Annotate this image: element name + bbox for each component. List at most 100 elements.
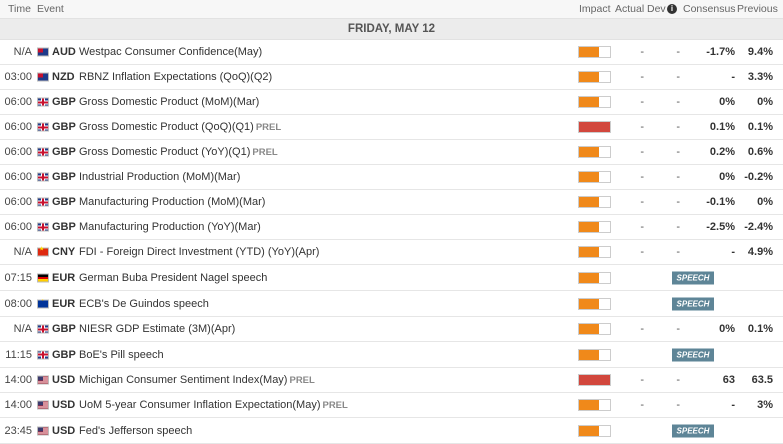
consensus-value: -2.5%: [706, 221, 735, 233]
col-actual-header[interactable]: Actual: [615, 3, 644, 15]
currency-code: GBP: [52, 196, 76, 208]
event-title[interactable]: Industrial Production (MoM)(Mar): [79, 171, 240, 183]
event-row[interactable]: 07:15 EUR German Buba President Nagel spee…: [0, 265, 783, 291]
impact-bar: [578, 297, 611, 310]
gbp-flag-icon: [37, 324, 49, 334]
event-row[interactable]: 11:15 GBP BoE's Pill speech SPEECH: [0, 342, 783, 368]
impact-bar: [578, 221, 611, 233]
event-time: 07:15: [4, 271, 32, 284]
event-title[interactable]: Gross Domestic Product (MoM)(Mar): [79, 96, 259, 108]
currency-code: GBP: [52, 96, 76, 108]
event-row[interactable]: 06:00 GBP Gross Domestic Product (QoQ)(Q1)…: [0, 115, 783, 140]
actual-value: -: [640, 323, 644, 335]
event-title[interactable]: Gross Domestic Product (QoQ)(Q1): [79, 121, 254, 133]
col-event-header[interactable]: Event: [37, 3, 64, 15]
impact-bar: [578, 271, 611, 284]
actual-value: -: [640, 71, 644, 83]
event-list: N/A AUD Westpac Consumer Confidence(May) - -…: [0, 40, 783, 444]
event-time: 06:00: [4, 196, 32, 208]
event-title[interactable]: German Buba President Nagel speech: [79, 272, 267, 284]
event-row[interactable]: 14:00 USD Michigan Consumer Sentiment Inde…: [0, 368, 783, 393]
event-title[interactable]: NIESR GDP Estimate (3M)(Apr): [79, 323, 235, 335]
event-name[interactable]: Fed's Jefferson speech: [79, 425, 192, 437]
event-name[interactable]: Gross Domestic Product (MoM)(Mar): [79, 96, 259, 108]
event-time: 03:00: [4, 71, 32, 83]
event-title[interactable]: Manufacturing Production (YoY)(Mar): [79, 221, 261, 233]
deviation-value: -: [676, 96, 680, 108]
event-title[interactable]: Westpac Consumer Confidence(May): [79, 46, 262, 58]
event-name[interactable]: Gross Domestic Product (YoY)(Q1) PREL: [79, 146, 278, 158]
event-name[interactable]: Manufacturing Production (MoM)(Mar): [79, 196, 265, 208]
event-title[interactable]: RBNZ Inflation Expectations (QoQ)(Q2): [79, 71, 272, 83]
deviation-value: -: [676, 46, 680, 58]
event-row[interactable]: N/A CNYFDI - Foreign Direct Investment (Y…: [0, 240, 783, 265]
previous-value: 0%: [757, 196, 773, 208]
event-name[interactable]: UoM 5-year Consumer Inflation Expectatio…: [79, 399, 348, 411]
eur-flag-icon: [37, 294, 49, 308]
actual-value: -: [640, 196, 644, 208]
gbp-flag-icon: [37, 97, 49, 107]
event-name[interactable]: Michigan Consumer Sentiment Index(May) PR…: [79, 374, 315, 386]
consensus-value: -0.1%: [706, 196, 735, 208]
event-name[interactable]: BoE's Pill speech: [79, 349, 164, 361]
gbp-flag-icon: [37, 147, 49, 157]
event-name[interactable]: NIESR GDP Estimate (3M)(Apr): [79, 323, 235, 335]
usd-flag-icon: [37, 426, 49, 435]
event-name[interactable]: RBNZ Inflation Expectations (QoQ)(Q2): [79, 71, 272, 83]
event-name[interactable]: Gross Domestic Product (QoQ)(Q1) PREL: [79, 121, 281, 133]
event-row[interactable]: N/A AUD Westpac Consumer Confidence(May) - -…: [0, 40, 783, 65]
event-title[interactable]: BoE's Pill speech: [79, 349, 164, 361]
usd-flag-icon: [37, 375, 49, 385]
event-row[interactable]: 14:00 USD UoM 5-year Consumer Inflation Ex…: [0, 393, 783, 418]
info-icon[interactable]: i: [667, 4, 677, 14]
event-row[interactable]: N/A GBP NIESR GDP Estimate (3M)(Apr) - - 0% 0.…: [0, 317, 783, 342]
event-title[interactable]: Gross Domestic Product (YoY)(Q1): [79, 146, 250, 158]
event-title[interactable]: Manufacturing Production (MoM)(Mar): [79, 196, 265, 208]
event-row[interactable]: 06:00 GBP Gross Domestic Product (MoM)(Mar…: [0, 90, 783, 115]
event-row[interactable]: 23:45 USD Fed's Jefferson speech SPEECH: [0, 418, 783, 444]
event-title[interactable]: ECB's De Guindos speech: [79, 298, 209, 310]
event-row[interactable]: 08:00 EURECB's De Guindos speech SPEECH: [0, 291, 783, 317]
actual-value: -: [640, 96, 644, 108]
event-time: 06:00: [4, 96, 32, 108]
event-name[interactable]: Manufacturing Production (YoY)(Mar): [79, 221, 261, 233]
event-row[interactable]: 06:00 GBP Industrial Production (MoM)(Mar)…: [0, 165, 783, 190]
event-time: 11:15: [5, 348, 32, 361]
impact-bar: [578, 96, 611, 108]
event-name[interactable]: German Buba President Nagel speech: [79, 272, 267, 284]
prel-tag: PREL: [252, 147, 278, 158]
event-row[interactable]: 03:00 NZD RBNZ Inflation Expectations (QoQ…: [0, 65, 783, 90]
currency-code: CNY: [52, 246, 76, 258]
event-title[interactable]: Fed's Jefferson speech: [79, 425, 192, 437]
consensus-value: -1.7%: [706, 46, 735, 58]
consensus-value: -: [731, 71, 735, 83]
previous-value: 9.4%: [747, 46, 773, 58]
event-name[interactable]: ECB's De Guindos speech: [79, 298, 209, 310]
event-name[interactable]: Westpac Consumer Confidence(May): [79, 46, 262, 58]
col-consensus-header[interactable]: Consensus: [683, 3, 736, 15]
gbp-flag-icon: [37, 122, 49, 132]
previous-value: -0.2%: [744, 171, 773, 183]
event-name[interactable]: FDI - Foreign Direct Investment (YTD) (Y…: [79, 246, 319, 258]
event-row[interactable]: 06:00 GBP Gross Domestic Product (YoY)(Q1)…: [0, 140, 783, 165]
consensus-value: -: [731, 246, 735, 258]
event-title[interactable]: FDI - Foreign Direct Investment (YTD) (Y…: [79, 246, 319, 258]
col-dev-header[interactable]: Dev: [647, 3, 666, 15]
event-title[interactable]: Michigan Consumer Sentiment Index(May): [79, 374, 287, 386]
event-row[interactable]: 06:00 GBP Manufacturing Production (MoM)(M…: [0, 190, 783, 215]
col-impact-header[interactable]: Impact: [579, 3, 611, 15]
previous-value: 0.6%: [747, 146, 773, 158]
currency-code: AUD: [52, 46, 76, 58]
event-time: 06:00: [4, 146, 32, 158]
currency-code: GBP: [52, 323, 76, 335]
actual-value: -: [640, 46, 644, 58]
consensus-value: 0.2%: [709, 146, 735, 158]
col-previous-header[interactable]: Previous: [737, 3, 778, 15]
event-title[interactable]: UoM 5-year Consumer Inflation Expectatio…: [79, 399, 320, 411]
event-row[interactable]: 06:00 GBP Manufacturing Production (YoY)(M…: [0, 215, 783, 240]
currency-code: EUR: [52, 271, 76, 284]
deviation-value: -: [676, 323, 680, 335]
actual-value: -: [640, 121, 644, 133]
event-name[interactable]: Industrial Production (MoM)(Mar): [79, 171, 240, 183]
col-time-header[interactable]: Time: [8, 3, 31, 15]
